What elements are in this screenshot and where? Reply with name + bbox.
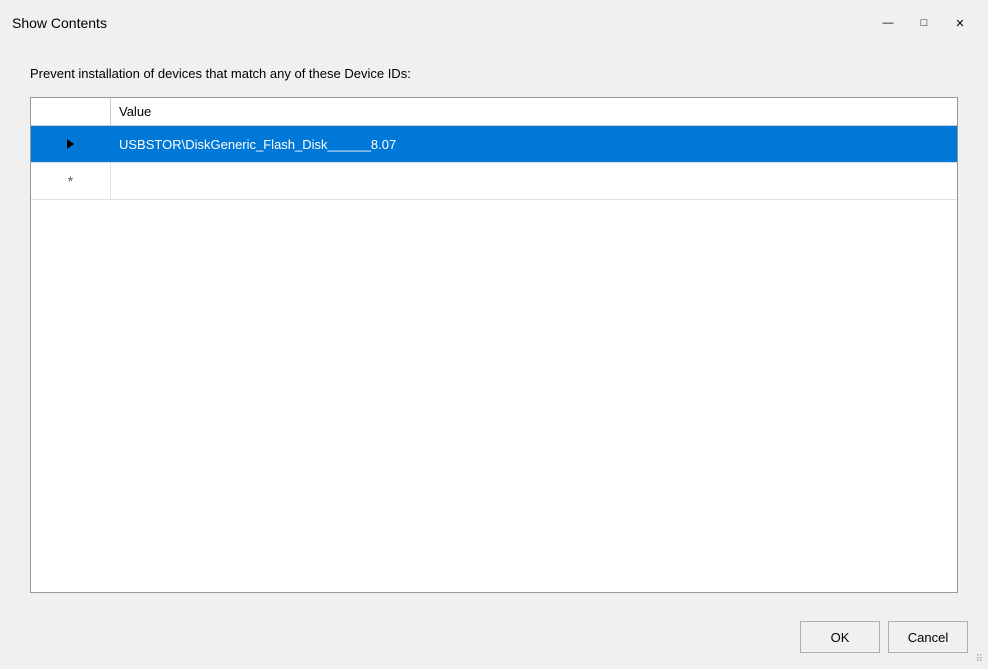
device-id-table: Value USBSTOR\DiskGeneric_Flash_Disk____… bbox=[30, 97, 958, 593]
dialog-footer: OK Cancel bbox=[0, 609, 988, 669]
arrow-icon bbox=[67, 139, 74, 149]
window-controls: — □ ✕ bbox=[872, 9, 976, 37]
close-button[interactable]: ✕ bbox=[944, 9, 976, 37]
value-column-header: Value bbox=[111, 98, 957, 125]
minimize-button[interactable]: — bbox=[872, 9, 904, 37]
ok-button[interactable]: OK bbox=[800, 621, 880, 653]
row-value-1[interactable]: USBSTOR\DiskGeneric_Flash_Disk______8.07 bbox=[111, 126, 957, 162]
maximize-button[interactable]: □ bbox=[908, 9, 940, 37]
dialog-title: Show Contents bbox=[12, 15, 107, 31]
cancel-button[interactable]: Cancel bbox=[888, 621, 968, 653]
title-bar: Show Contents — □ ✕ bbox=[0, 0, 988, 46]
table-header: Value bbox=[31, 98, 957, 126]
dialog-content: Prevent installation of devices that mat… bbox=[0, 46, 988, 609]
dialog-description: Prevent installation of devices that mat… bbox=[30, 66, 958, 81]
asterisk-icon: * bbox=[68, 173, 73, 189]
indicator-column-header bbox=[31, 98, 111, 125]
row-indicator-2: * bbox=[31, 163, 111, 199]
resize-grip: ⠿ bbox=[976, 654, 984, 665]
table-body: USBSTOR\DiskGeneric_Flash_Disk______8.07… bbox=[31, 126, 957, 592]
row-indicator-1 bbox=[31, 126, 111, 162]
row-value-2[interactable] bbox=[111, 163, 957, 199]
table-row[interactable]: * bbox=[31, 163, 957, 200]
table-row[interactable]: USBSTOR\DiskGeneric_Flash_Disk______8.07 bbox=[31, 126, 957, 163]
